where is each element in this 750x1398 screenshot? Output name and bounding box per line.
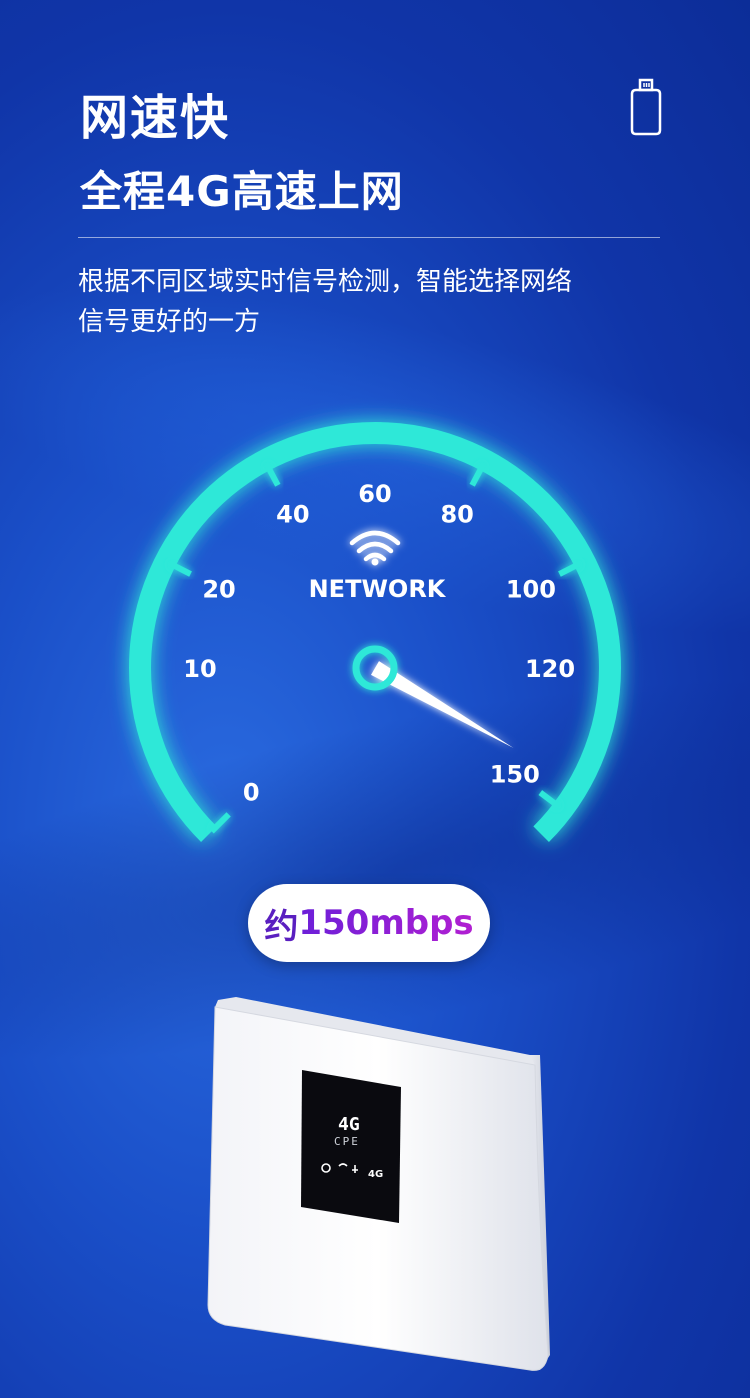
- router-image: 4G CPE 4G: [207, 997, 550, 1371]
- gauge-label-150: 150: [490, 760, 540, 788]
- gauge-labels: 0 10 20 40 60 80 100 120 150: [183, 480, 575, 807]
- screen-4g-indicator: 4G: [368, 1169, 383, 1180]
- gauge-label-60: 60: [358, 480, 391, 508]
- gauge-label-40: 40: [276, 500, 309, 528]
- gauge-label-0: 0: [243, 779, 260, 807]
- gauge-label-20: 20: [202, 576, 235, 604]
- speed-value: 150mbps: [298, 903, 474, 943]
- wifi-icon: [349, 530, 401, 566]
- network-label: NETWORK: [309, 575, 447, 603]
- gauge-tick-0: [209, 812, 231, 834]
- speed-prefix: 约: [264, 906, 299, 947]
- speed-badge: 约 150mbps: [248, 884, 490, 962]
- screen-logo-bottom: CPE: [334, 1135, 360, 1148]
- gauge-label-120: 120: [525, 655, 575, 683]
- screen-logo-top: 4G: [338, 1114, 360, 1135]
- gauge-needle: [352, 645, 514, 748]
- gauge-label-80: 80: [440, 500, 473, 528]
- gauge-label-100: 100: [506, 576, 556, 604]
- speed-gauge: 0 10 20 40 60 80 100 120 150 NETWORK: [129, 422, 621, 842]
- gauge-label-10: 10: [183, 655, 216, 683]
